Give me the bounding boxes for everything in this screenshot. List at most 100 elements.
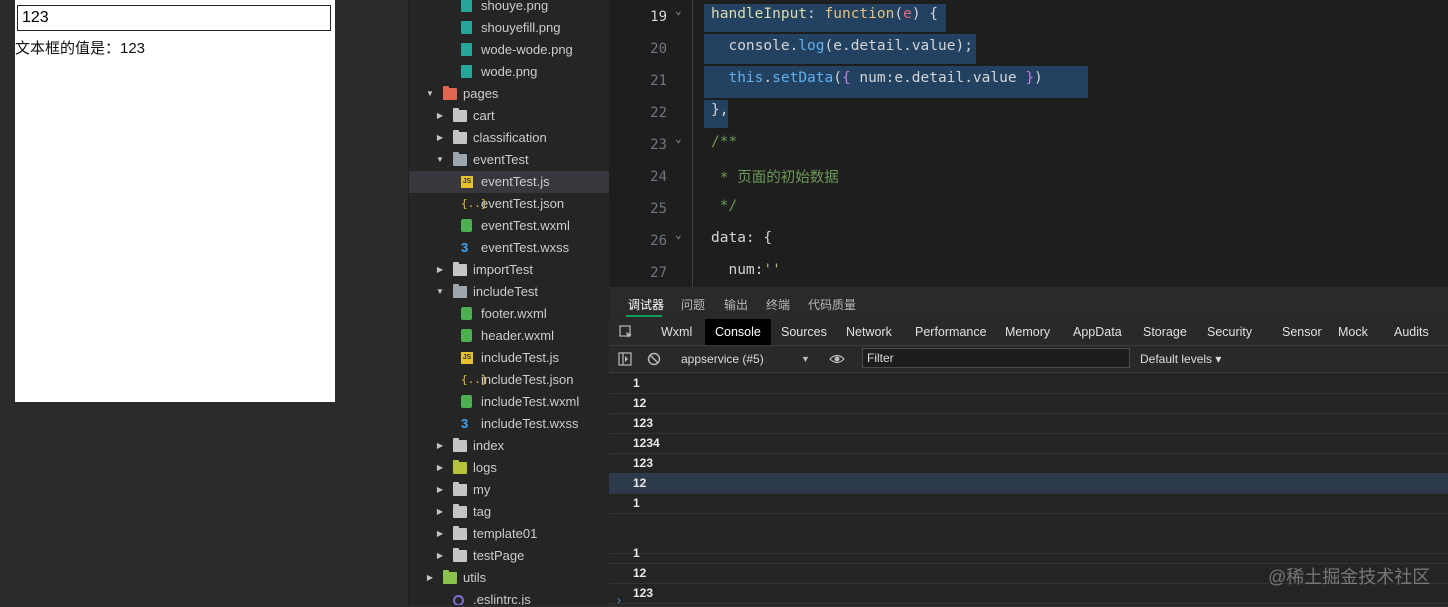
tree-item[interactable]: ▶ utils (409, 567, 609, 589)
tree-item-label: includeTest.wxss (481, 416, 579, 431)
expand-arrow-icon[interactable]: ▼ (425, 83, 435, 105)
line-number: 26 (650, 233, 667, 249)
simulator-panel: 123 文本框的值是：123 (0, 0, 408, 605)
clear-console-icon[interactable] (647, 352, 661, 366)
fold-chevron-icon[interactable]: ⌄ (675, 132, 682, 145)
code-line: num:'' (711, 262, 781, 278)
console-message-text: 1 (633, 376, 640, 390)
panel-tab-mock[interactable]: Mock (1338, 319, 1368, 345)
line-number: 25 (650, 201, 667, 217)
collapse-arrow-icon[interactable]: ▶ (435, 105, 445, 127)
tree-item[interactable]: ▶ testPage (409, 545, 609, 567)
context-select[interactable]: appservice (#5) (681, 346, 764, 372)
panel-tab-console[interactable]: Console (705, 319, 771, 345)
tree-item[interactable]: JS includeTest.js (409, 347, 609, 369)
text-input[interactable]: 123 (17, 5, 331, 31)
debug-tab[interactable]: 问题 (681, 296, 705, 313)
indent-guide (692, 0, 693, 287)
console-message: 123 (609, 413, 1448, 434)
debug-tab[interactable]: 输出 (724, 296, 748, 313)
panel-tab-sources[interactable]: Sources (781, 319, 827, 345)
tree-item[interactable]: ▶ my (409, 479, 609, 501)
tree-item-label: shouyefill.png (481, 20, 561, 35)
dropdown-caret-icon[interactable]: ▼ (801, 346, 810, 372)
fold-chevron-icon[interactable]: ⌄ (675, 4, 682, 17)
tree-item[interactable]: shouyefill.png (409, 17, 609, 39)
expand-arrow-icon[interactable]: ▼ (435, 281, 445, 303)
collapse-arrow-icon[interactable]: ▶ (435, 545, 445, 567)
filter-input[interactable]: Filter (862, 348, 1130, 368)
line-number: 27 (650, 265, 667, 281)
code-line: data: { (711, 230, 773, 246)
collapse-arrow-icon[interactable]: ▶ (435, 259, 445, 281)
collapse-arrow-icon[interactable]: ▶ (435, 127, 445, 149)
tree-item[interactable]: ▼ pages (409, 83, 609, 105)
collapse-arrow-icon[interactable]: ▶ (435, 523, 445, 545)
console-toolbar: appservice (#5) ▼ Filter Default levels … (609, 346, 1448, 373)
code-editor[interactable]: 19 ⌄ 20 21 22 23 ⌄ 24 25 26 ⌄ 27 handleInput: functi… (609, 0, 1448, 287)
tree-item[interactable]: wode-wode.png (409, 39, 609, 61)
collapse-arrow-icon[interactable]: ▶ (435, 479, 445, 501)
tree-item[interactable]: {..} includeTest.json (409, 369, 609, 391)
active-tab-indicator (626, 315, 662, 317)
tree-item[interactable]: {..} eventTest.json (409, 193, 609, 215)
expand-arrow-icon[interactable]: ▼ (435, 149, 445, 171)
tree-item[interactable]: .eslintrc.js (409, 589, 609, 605)
tree-item-label: .eslintrc.js (473, 592, 531, 605)
tree-item[interactable]: footer.wxml (409, 303, 609, 325)
panel-tab-storage[interactable]: Storage (1143, 319, 1187, 345)
tree-item[interactable]: header.wxml (409, 325, 609, 347)
tree-item[interactable]: ▶ template01 (409, 523, 609, 545)
panel-tab-appdata[interactable]: AppData (1073, 319, 1122, 345)
panel-tab-audits[interactable]: Audits (1394, 319, 1429, 345)
png-file-icon (461, 21, 472, 34)
tree-item[interactable]: ▼ eventTest (409, 149, 609, 171)
tree-item[interactable]: ▶ cart (409, 105, 609, 127)
file-explorer: shouye.png shouyefill.png wode-wode.png wod… (408, 0, 609, 605)
code-line: }, (711, 102, 729, 118)
code-line: * 页面的初始数据 (711, 170, 839, 186)
panel-tab-wxml[interactable]: Wxml (661, 319, 692, 345)
debug-tab[interactable]: 调试器 (628, 296, 664, 313)
console-message: 1 (609, 493, 1448, 514)
collapse-arrow-icon[interactable]: ▶ (435, 457, 445, 479)
tree-item[interactable]: ▼ includeTest (409, 281, 609, 303)
tree-item-label: includeTest (473, 284, 539, 299)
debug-tab[interactable]: 代码质量 (808, 296, 856, 313)
folder-icon (443, 570, 457, 584)
tree-item[interactable]: ▶ classification (409, 127, 609, 149)
panel-tab-sensor[interactable]: Sensor (1282, 319, 1322, 345)
collapse-arrow-icon[interactable]: ▶ (435, 501, 445, 523)
collapse-arrow-icon[interactable]: ▶ (425, 567, 435, 589)
debug-tab[interactable]: 终端 (766, 296, 790, 313)
tree-item[interactable]: JS eventTest.js (409, 171, 609, 193)
fold-chevron-icon[interactable]: ⌄ (675, 228, 682, 241)
tree-item-label: testPage (473, 548, 525, 563)
wxml-file-icon (461, 329, 472, 342)
console-message-text: 12 (633, 396, 647, 410)
tree-item[interactable]: ▶ logs (409, 457, 609, 479)
tree-item-label: eventTest (473, 152, 529, 167)
tree-item[interactable]: 3 eventTest.wxss (409, 237, 609, 259)
tree-item[interactable]: wode.png (409, 61, 609, 83)
eye-icon[interactable] (829, 352, 845, 366)
panel-tab-network[interactable]: Network (846, 319, 892, 345)
tree-item-label: eventTest.js (481, 174, 550, 189)
panel-tab-performance[interactable]: Performance (915, 319, 987, 345)
tree-item[interactable]: ▶ index (409, 435, 609, 457)
tree-item[interactable]: 3 includeTest.wxss (409, 413, 609, 435)
tree-item[interactable]: eventTest.wxml (409, 215, 609, 237)
tree-item[interactable]: ▶ tag (409, 501, 609, 523)
folder-icon (453, 262, 467, 276)
inspect-element-icon[interactable] (619, 325, 633, 339)
sidebar-toggle-icon[interactable] (618, 352, 632, 366)
tree-item-label: importTest (473, 262, 533, 277)
folder-icon (453, 526, 467, 540)
tree-item[interactable]: ▶ importTest (409, 259, 609, 281)
tree-item[interactable]: shouye.png (409, 0, 609, 17)
collapse-arrow-icon[interactable]: ▶ (435, 435, 445, 457)
log-levels-select[interactable]: Default levels ▾ (1140, 346, 1221, 372)
panel-tab-security[interactable]: Security (1207, 319, 1252, 345)
tree-item[interactable]: includeTest.wxml (409, 391, 609, 413)
panel-tab-memory[interactable]: Memory (1005, 319, 1050, 345)
